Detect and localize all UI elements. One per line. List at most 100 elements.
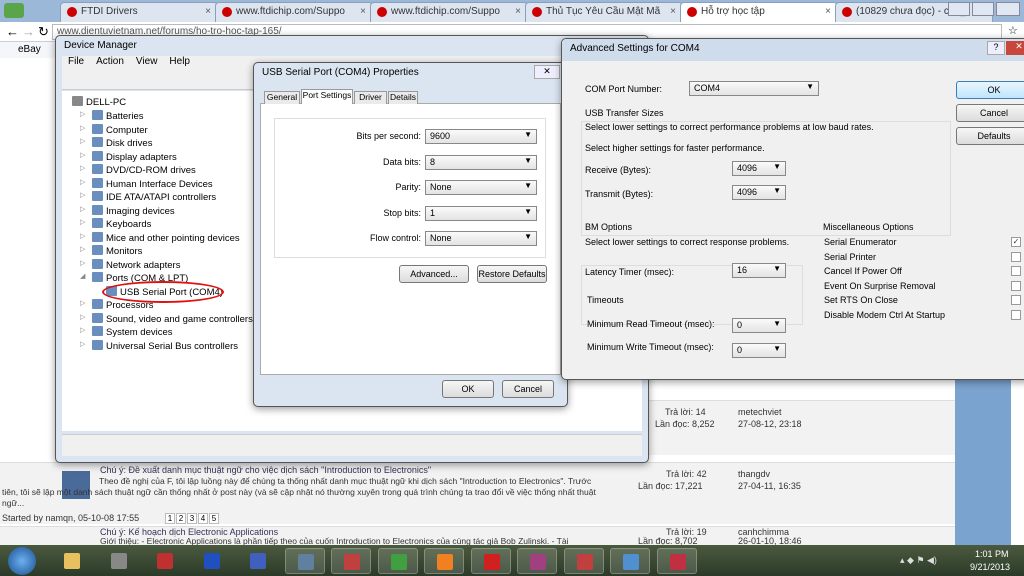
tree-item[interactable]: ▷ Processors [80, 299, 154, 312]
option-checkbox[interactable] [1011, 266, 1021, 277]
taskbar-app-button[interactable] [284, 548, 325, 574]
taskbar-app-button[interactable] [52, 548, 92, 574]
expand-arrow-icon[interactable]: ▷ [80, 178, 85, 186]
tree-item[interactable]: ▷ Mice and other pointing devices [80, 231, 240, 245]
browser-tab[interactable]: Thủ Tục Yêu Cầu Mật Mã × [525, 2, 683, 22]
expand-arrow-icon[interactable]: ▷ [80, 110, 85, 118]
tree-item[interactable]: ▷ Imaging devices [80, 204, 175, 218]
taskbar-app-button[interactable] [563, 548, 604, 574]
star-icon[interactable]: ☆ [1008, 24, 1018, 37]
close-window-button[interactable] [996, 2, 1020, 16]
last-poster[interactable]: thangdv [738, 469, 770, 479]
option-checkbox[interactable] [1011, 280, 1021, 291]
ok-button[interactable]: OK [956, 81, 1024, 99]
browser-tab[interactable]: Hỗ trợ học tập × [680, 2, 838, 22]
tab-details[interactable]: Details [388, 91, 418, 104]
tree-item[interactable]: ▷ Human Interface Devices [80, 177, 213, 191]
field-select[interactable]: 9600 ▼ [425, 129, 537, 144]
com-port-select[interactable]: COM4 ▼ [689, 81, 819, 96]
tree-item[interactable]: ▷ IDE ATA/ATAPI controllers [80, 191, 216, 204]
bookmark-ebay[interactable]: eBay [18, 44, 41, 55]
expand-arrow-icon[interactable]: ▷ [80, 218, 85, 226]
write-timeout-select[interactable]: 0 ▼ [732, 343, 786, 358]
option-checkbox[interactable]: ✓ [1011, 237, 1021, 247]
receive-select[interactable]: 4096 ▼ [732, 161, 786, 176]
minimize-button[interactable] [948, 2, 970, 16]
expand-arrow-icon[interactable]: ▷ [80, 232, 85, 240]
field-select[interactable]: 1 ▼ [425, 205, 537, 221]
expand-arrow-icon[interactable]: ▷ [80, 151, 85, 159]
collapse-arrow-icon[interactable]: ◢ [80, 272, 85, 280]
tree-item[interactable]: ▷ Universal Serial Bus controllers [80, 339, 238, 353]
close-tab-icon[interactable]: × [515, 6, 521, 17]
taskbar-app-button[interactable] [517, 548, 557, 574]
taskbar-app-button[interactable] [377, 548, 418, 574]
menu-action[interactable]: Action [96, 56, 124, 67]
tree-item[interactable]: ▷ DVD/CD-ROM drives [80, 164, 196, 177]
tab-general[interactable]: General [264, 91, 300, 104]
reload-icon[interactable]: ↻ [38, 24, 49, 40]
advanced-button[interactable]: Advanced... [399, 265, 469, 283]
tray-icons[interactable]: ▴ ◆ ⚑ ◀) [900, 555, 937, 566]
tree-item[interactable]: ▷ Computer [80, 123, 148, 137]
taskbar-app-button[interactable] [610, 548, 650, 574]
clock-date[interactable]: 9/21/2013 [970, 562, 1010, 572]
chrome-menu-button[interactable] [4, 3, 24, 18]
menu-view[interactable]: View [136, 56, 158, 67]
back-icon[interactable]: ← [6, 24, 19, 39]
ok-button[interactable]: OK [442, 380, 494, 398]
expand-arrow-icon[interactable]: ▷ [80, 164, 85, 172]
cancel-button[interactable]: Cancel [956, 104, 1024, 122]
page-link[interactable]: 3 [187, 513, 197, 524]
expand-arrow-icon[interactable]: ▷ [80, 191, 85, 199]
close-icon[interactable]: ✕ [1006, 41, 1024, 55]
browser-tab[interactable]: FTDI Drivers × [60, 2, 218, 22]
start-button[interactable] [8, 547, 36, 575]
cancel-button[interactable]: Cancel [502, 380, 554, 398]
page-link[interactable]: 4 [198, 513, 208, 524]
expand-arrow-icon[interactable]: ▷ [80, 205, 85, 213]
close-tab-icon[interactable]: × [825, 6, 831, 17]
tree-item[interactable]: ▷ System devices [80, 326, 173, 339]
last-poster[interactable]: metechviet [738, 407, 782, 417]
expand-arrow-icon[interactable]: ▷ [80, 340, 85, 348]
forward-icon[interactable]: → [22, 24, 35, 39]
expand-arrow-icon[interactable]: ▷ [80, 124, 85, 132]
taskbar-app-button[interactable] [656, 548, 697, 574]
close-icon[interactable]: ✕ [534, 65, 560, 79]
tab-driver[interactable]: Driver [354, 91, 387, 104]
option-checkbox[interactable] [1011, 310, 1021, 320]
expand-arrow-icon[interactable]: ▷ [80, 137, 85, 145]
defaults-button[interactable]: Defaults [956, 127, 1024, 145]
field-select[interactable]: None ▼ [425, 180, 537, 195]
close-tab-icon[interactable]: × [205, 6, 211, 17]
taskbar-app-button[interactable] [238, 548, 278, 574]
browser-tab[interactable]: www.ftdichip.com/Suppo × [370, 2, 528, 22]
tree-item[interactable]: ▷ Batteries [80, 110, 144, 123]
page-link[interactable]: 5 [209, 513, 219, 524]
tab-port-settings[interactable]: Port Settings [301, 89, 353, 104]
option-checkbox[interactable] [1011, 295, 1021, 306]
expand-arrow-icon[interactable]: ▷ [80, 259, 85, 267]
taskbar-app-button[interactable] [331, 548, 371, 574]
taskbar-app-button[interactable] [470, 548, 511, 574]
help-icon[interactable]: ? [987, 41, 1005, 55]
read-timeout-select[interactable]: 0 ▼ [732, 318, 786, 333]
maximize-button[interactable] [972, 2, 994, 16]
taskbar-app-button[interactable] [192, 548, 232, 574]
tree-root[interactable]: DELL-PC [72, 96, 126, 109]
menu-help[interactable]: Help [169, 56, 190, 67]
clock-time[interactable]: 1:01 PM [975, 549, 1009, 559]
tree-item[interactable]: ▷ Disk drives [80, 137, 152, 150]
tree-item[interactable]: ▷ Keyboards [80, 218, 151, 231]
expand-arrow-icon[interactable]: ▷ [80, 313, 85, 321]
browser-tab[interactable]: www.ftdichip.com/Suppo × [215, 2, 373, 22]
tree-item-usb-serial-port[interactable]: USB Serial Port (COM4) [102, 280, 224, 303]
expand-arrow-icon[interactable]: ▷ [80, 326, 85, 334]
tree-item[interactable]: ▷ Display adapters [80, 150, 177, 164]
thread-title[interactable]: Chú ý: Đề xuất danh mục thuật ngữ cho vi… [100, 465, 431, 475]
option-checkbox[interactable] [1011, 251, 1021, 262]
expand-arrow-icon[interactable]: ▷ [80, 299, 85, 307]
restore-defaults-button[interactable]: Restore Defaults [477, 265, 547, 283]
latency-select[interactable]: 16 ▼ [732, 263, 786, 278]
